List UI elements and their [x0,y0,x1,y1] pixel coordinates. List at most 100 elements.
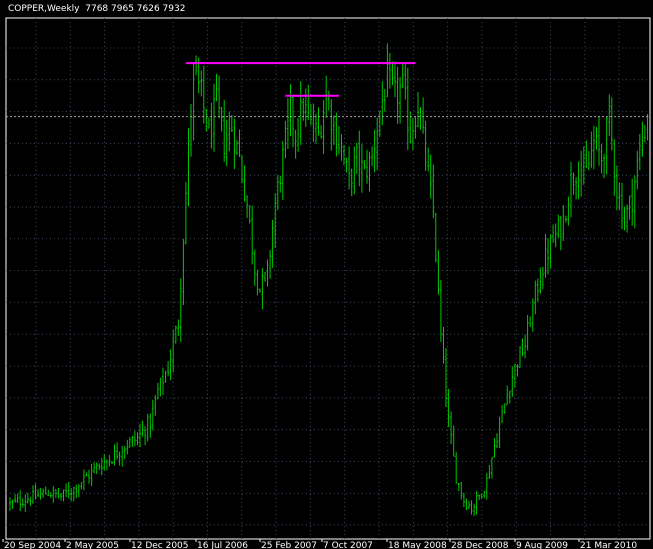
price-bar [235,140,238,155]
price-bar [554,223,557,248]
price-bar [141,420,144,437]
price-bar [473,503,476,517]
price-bar [501,405,504,423]
price-bar [424,120,427,171]
price-bar [437,250,440,295]
price-bar [506,385,509,406]
price-bar [195,55,198,76]
price-bar [516,364,519,377]
price-bar [159,377,162,397]
price-bar [368,151,371,192]
price-bar [452,425,455,457]
price-bar [126,439,129,455]
price-bar [52,485,55,503]
price-bar [457,483,460,491]
price-bar [315,113,317,145]
price-bar [434,212,437,263]
price-bar [564,215,567,223]
price-bar [585,140,588,168]
price-bar [164,370,167,383]
price-bar [47,489,50,496]
price-bar [455,451,458,484]
price-bar [450,411,453,445]
price-bar [577,161,580,200]
x-tick-label: 18 May 2008 [388,541,447,549]
price-bar [575,177,578,200]
price-bar [396,66,399,124]
price-bar [116,442,119,460]
price-bar [90,463,93,486]
price-bar [179,278,182,342]
price-bar [519,346,521,368]
price-bar [432,164,435,219]
price-bar [610,97,613,151]
x-tick-label: 16 Jul 2006 [197,541,248,549]
price-bar [340,134,343,161]
price-bar [615,165,618,211]
price-bar [261,268,264,310]
price-bar [19,490,22,512]
price-bar [202,65,205,124]
price-bar [32,485,34,504]
price-bar [162,367,164,395]
price-bar [496,433,498,449]
price-bar [233,118,236,170]
price-bar [276,175,279,210]
x-tick-label: 7 Oct 2007 [323,541,373,549]
price-bar [154,395,157,416]
price-bar [636,150,639,190]
price-bar [511,366,514,397]
price-bar [552,224,555,243]
price-bar [529,316,532,327]
price-bar [279,175,282,193]
price-bar [429,154,432,199]
price-bar [490,457,493,479]
price-bar [184,182,187,245]
price-bar [284,121,287,159]
price-bar [16,493,19,503]
price-bar [297,118,300,152]
price-bar [258,288,261,293]
price-bar [643,125,646,143]
price-bar [80,482,83,490]
price-bar [294,129,297,159]
price-bar [345,157,348,173]
price-bar [549,234,552,269]
price-bar [187,128,190,207]
price-bar [133,430,136,447]
price-bar [317,107,320,136]
x-tick-label: 25 Feb 2007 [261,541,317,549]
price-bar [200,70,203,97]
price-bar [478,494,481,501]
price-bar [108,455,111,467]
price-bar [149,413,152,438]
chart-plot[interactable]: 20 Sep 2004 2 May 2005 12 Dec 2005 16 Jul 2… [0,0,653,549]
price-bar [348,146,351,190]
price-bar [113,444,116,466]
price-bar [598,116,600,166]
price-bar [88,469,90,484]
price-bar [177,319,180,336]
price-bar [213,83,215,152]
price-bar [587,150,590,171]
price-bar [289,84,292,137]
price-bar [465,498,468,511]
price-bar [376,117,379,170]
price-bar [62,489,65,502]
price-bar [524,334,527,359]
price-bar [562,205,565,241]
price-bar [503,403,506,414]
price-bar [14,494,17,503]
price-bar [526,315,529,351]
price-bar [442,327,445,364]
price-bar [65,483,68,498]
price-bar [557,214,560,238]
price-bar [241,155,243,184]
price-bar [404,64,407,100]
price-bar [493,438,496,458]
price-bar [488,465,491,479]
price-bar [633,175,636,229]
price-bar [174,325,177,344]
price-bar [95,462,98,474]
price-bar [337,125,340,155]
